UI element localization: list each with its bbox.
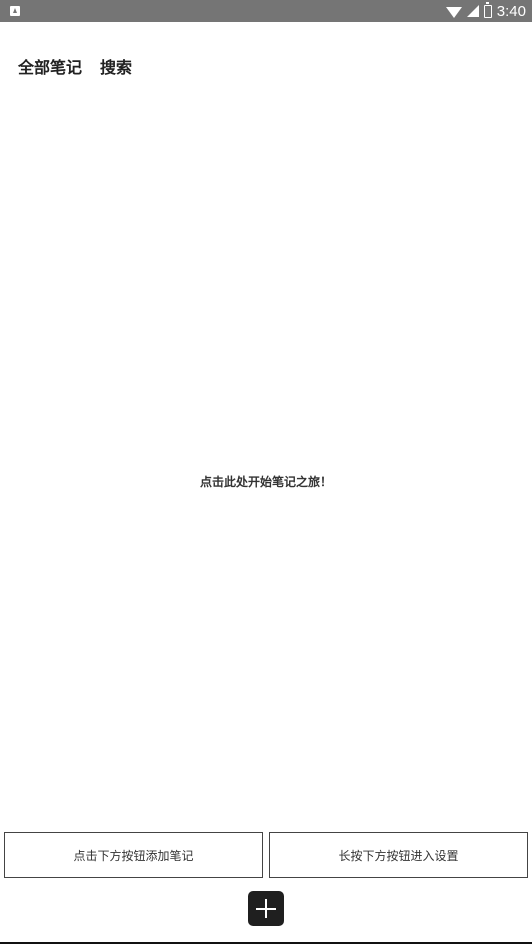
tab-search[interactable]: 搜索 — [100, 54, 132, 78]
settings-hint: 长按下方按钮进入设置 — [269, 832, 528, 878]
bottom-divider — [0, 942, 532, 944]
empty-state-hint[interactable]: 点击此处开始笔记之旅！ — [0, 473, 532, 490]
status-time: 3:40 — [496, 2, 526, 20]
status-bar: 3:40 — [0, 0, 532, 22]
battery-icon — [483, 1, 492, 18]
plus-icon — [256, 899, 276, 918]
add-note-button[interactable] — [248, 891, 284, 926]
signal-icon — [466, 5, 479, 17]
tab-all-notes[interactable]: 全部笔记 — [18, 54, 82, 78]
notification-icon — [10, 6, 20, 16]
status-icons: 3:40 — [445, 0, 526, 22]
add-note-hint: 点击下方按钮添加笔记 — [4, 832, 263, 878]
wifi-icon — [445, 6, 462, 18]
header-tabs: 全部笔记 搜索 — [18, 54, 132, 78]
